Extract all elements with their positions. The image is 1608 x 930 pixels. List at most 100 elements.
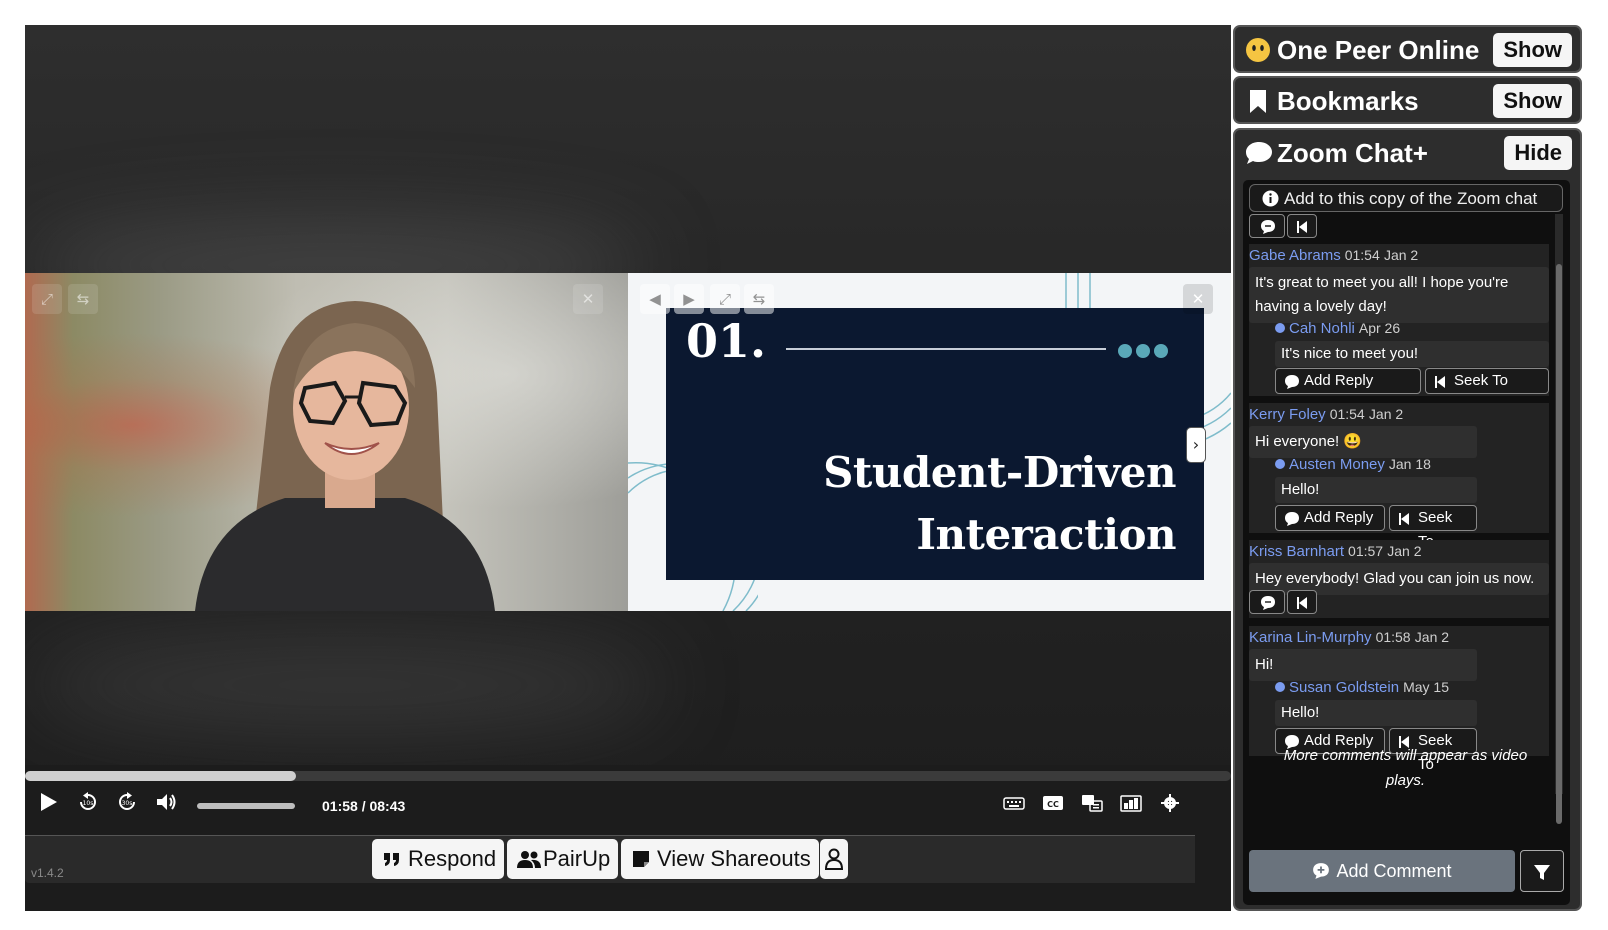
chat-bubble-icon bbox=[1246, 142, 1272, 164]
add-reply-button[interactable]: Add Reply bbox=[1275, 368, 1421, 394]
chat-hide-button[interactable]: Hide bbox=[1504, 136, 1572, 170]
quote-icon bbox=[384, 853, 399, 866]
skip-back-icon bbox=[1297, 221, 1307, 233]
slide-share: 01. Student-Driven Interaction ◀ ▶ ⤢ ⇆ ✕ bbox=[628, 273, 1231, 611]
volume-slider[interactable] bbox=[197, 803, 295, 809]
previous-slide-icon[interactable]: ◀ bbox=[640, 284, 670, 314]
reply-text: Hello! bbox=[1275, 477, 1477, 503]
info-icon bbox=[1262, 190, 1279, 207]
comment-icon bbox=[1285, 375, 1299, 389]
more-comments-note: More comments will appear as video plays… bbox=[1283, 747, 1528, 789]
bookmark-icon bbox=[1250, 90, 1266, 113]
play-button[interactable] bbox=[35, 791, 61, 817]
progress-bar[interactable] bbox=[25, 771, 1231, 781]
message-text: Hi! bbox=[1249, 649, 1477, 681]
add-to-chat-copy-info[interactable]: Add to this copy of the Zoom chat bbox=[1249, 184, 1563, 212]
comment-button[interactable] bbox=[1249, 590, 1285, 614]
comment-icon bbox=[1313, 863, 1330, 879]
time-display: 01:58 / 08:43 bbox=[322, 798, 406, 814]
message-text: Hi everyone! 😃 bbox=[1249, 426, 1477, 458]
filter-icon bbox=[1534, 865, 1550, 880]
expand-icon[interactable]: ⤢ bbox=[710, 284, 740, 314]
pairup-button[interactable]: PairUp bbox=[507, 839, 619, 879]
seek-to-button[interactable]: Seek To bbox=[1425, 368, 1549, 394]
bookmarks-header: Bookmarks Show bbox=[1233, 76, 1582, 124]
skip-back-icon bbox=[1435, 376, 1445, 388]
slide-number: 01. bbox=[686, 314, 767, 368]
message-author: Karina Lin-Murphy 01:58 Jan 2 bbox=[1249, 629, 1450, 646]
progress-fill bbox=[25, 771, 297, 781]
video-player: ⤢ ⇆ ✕ 01. Student-Driven Interaction ◀ ▶… bbox=[25, 25, 1231, 911]
webcam-feed: ⤢ ⇆ ✕ bbox=[25, 273, 628, 611]
play-icon bbox=[41, 793, 57, 811]
slide-dot bbox=[1118, 344, 1132, 358]
peers-show-button[interactable]: Show bbox=[1493, 33, 1572, 67]
volume-button[interactable] bbox=[153, 791, 179, 817]
rewind-10-icon: 10s bbox=[80, 792, 96, 810]
slide-card: 01. Student-Driven Interaction bbox=[666, 308, 1204, 580]
slide-dot bbox=[1154, 344, 1168, 358]
expand-icon[interactable]: ⤢ bbox=[32, 284, 62, 314]
seek-button[interactable] bbox=[1287, 590, 1317, 614]
message-author: Kerry Foley 01:54 Jan 2 bbox=[1249, 406, 1404, 423]
comment-icon bbox=[1285, 512, 1299, 526]
add-comment-label: Add Comment bbox=[1336, 861, 1452, 881]
reply-author: Austen Money Jan 18 bbox=[1275, 456, 1431, 473]
keyboard-shortcuts-icon[interactable] bbox=[1003, 793, 1025, 813]
rewind-10-button[interactable]: 10s bbox=[75, 791, 101, 817]
picture-in-picture-icon[interactable] bbox=[1120, 793, 1142, 813]
slide-dot bbox=[1136, 344, 1150, 358]
next-slide-icon[interactable]: ▶ bbox=[674, 284, 704, 314]
settings-gear-icon[interactable] bbox=[1159, 793, 1181, 813]
chat-title: Zoom Chat+ bbox=[1277, 138, 1428, 168]
reply-text: It's nice to meet you! bbox=[1275, 341, 1549, 367]
profile-button[interactable] bbox=[820, 839, 848, 879]
face-icon bbox=[1246, 38, 1270, 62]
collapse-panel-button[interactable]: › bbox=[1186, 427, 1206, 463]
respond-button[interactable]: Respond bbox=[372, 839, 505, 879]
view-shareouts-button[interactable]: View Shareouts bbox=[621, 839, 819, 879]
filter-button[interactable] bbox=[1520, 850, 1564, 892]
background-glow bbox=[25, 635, 665, 735]
chat-message: Kerry Foley 01:54 Jan 2 Hi everyone! 😃 Au… bbox=[1249, 403, 1549, 550]
chat-message: Karina Lin-Murphy 01:58 Jan 2 Hi! Susan G… bbox=[1249, 626, 1549, 773]
close-icon[interactable]: ✕ bbox=[573, 284, 603, 314]
sticky-note-icon bbox=[633, 851, 649, 867]
chat-feed: Add to this copy of the Zoom chat Gabe A… bbox=[1243, 180, 1570, 905]
reply-text: Hello! bbox=[1275, 700, 1477, 726]
zoom-chat-section: Zoom Chat+ Hide Add to this copy of the … bbox=[1233, 128, 1582, 911]
seek-button[interactable] bbox=[1287, 214, 1317, 238]
closed-captions-icon[interactable]: CC bbox=[1042, 793, 1064, 813]
side-panel: One Peer Online Show Bookmarks Show Zoom… bbox=[1233, 25, 1582, 911]
skip-back-icon bbox=[1297, 597, 1307, 609]
message-author: Gabe Abrams 01:54 Jan 2 bbox=[1249, 247, 1419, 264]
close-icon[interactable]: ✕ bbox=[1183, 284, 1213, 314]
transcript-icon[interactable] bbox=[1081, 793, 1103, 813]
skip-back-icon bbox=[1399, 513, 1409, 525]
bottom-toolbar: v1.4.2 Respond PairUp View Shareouts bbox=[25, 835, 1195, 883]
reply-author: Cah Nohli Apr 26 bbox=[1275, 320, 1400, 337]
player-controls: 10s 30s 01:58 / 08:43 CC bbox=[25, 765, 1231, 835]
forward-30-button[interactable]: 30s bbox=[114, 791, 140, 817]
presenter-video bbox=[195, 301, 495, 611]
view-shareouts-label: View Shareouts bbox=[657, 846, 811, 871]
video-stage[interactable]: ⤢ ⇆ ✕ 01. Student-Driven Interaction ◀ ▶… bbox=[25, 25, 1231, 790]
swap-icon[interactable]: ⇆ bbox=[68, 284, 98, 314]
svg-text:CC: CC bbox=[1047, 800, 1059, 809]
pairup-label: PairUp bbox=[543, 846, 611, 871]
slide-divider bbox=[786, 348, 1106, 350]
chat-scrollbar[interactable] bbox=[1555, 214, 1563, 824]
comment-icon bbox=[1261, 596, 1275, 610]
comment-button[interactable] bbox=[1249, 214, 1285, 238]
message-text: It's great to meet you all! I hope you'r… bbox=[1249, 267, 1549, 323]
seek-to-button[interactable]: Seek To bbox=[1389, 505, 1477, 550]
slide-title-line2: Interaction bbox=[916, 510, 1176, 559]
add-comment-button[interactable]: Add Comment bbox=[1249, 850, 1515, 892]
swap-icon[interactable]: ⇆ bbox=[744, 284, 774, 314]
chat-message: Gabe Abrams 01:54 Jan 2 It's great to mee… bbox=[1249, 244, 1549, 396]
comment-icon bbox=[1261, 220, 1275, 234]
bookmarks-show-button[interactable]: Show bbox=[1493, 84, 1572, 118]
add-reply-button[interactable]: Add Reply bbox=[1275, 505, 1385, 531]
volume-icon bbox=[157, 794, 176, 810]
chat-scroll-thumb[interactable] bbox=[1556, 264, 1562, 824]
